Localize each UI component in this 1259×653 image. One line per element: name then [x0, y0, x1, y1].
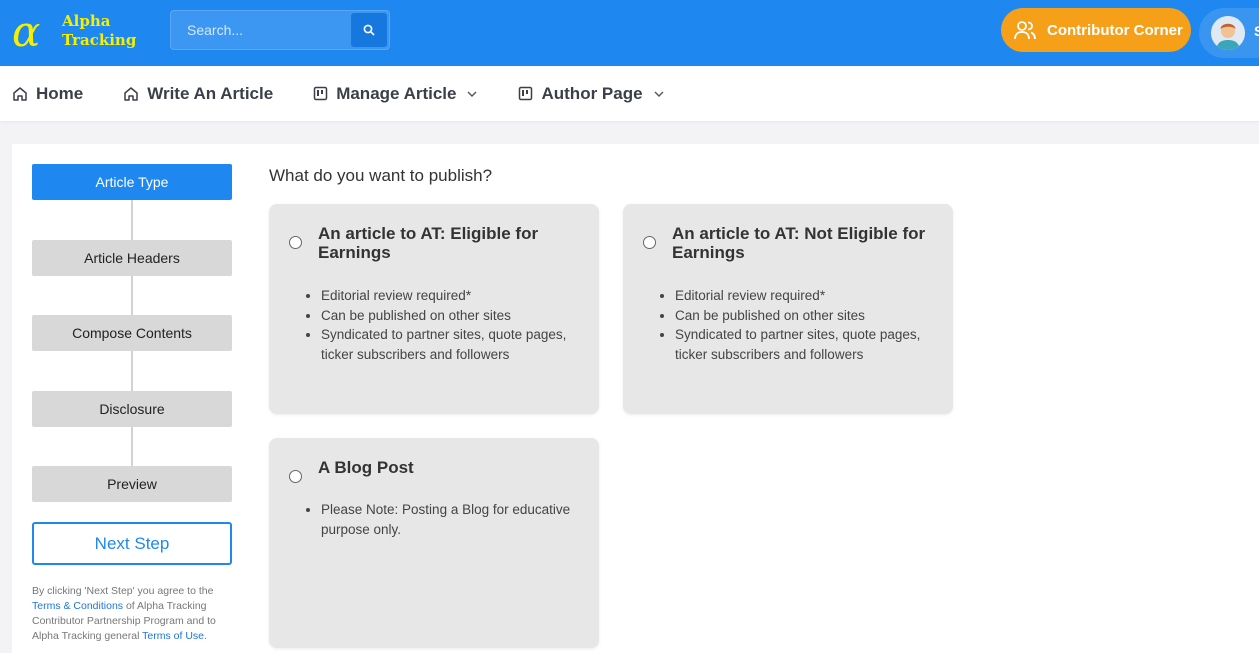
nav-manage-article[interactable]: Manage Article	[313, 84, 478, 104]
step-disclosure[interactable]: Disclosure	[32, 391, 232, 427]
contributor-corner-button[interactable]: Contributor Corner	[1001, 8, 1191, 52]
option-title: An article to AT: Not Eligible for Earni…	[672, 224, 926, 262]
option-title: An article to AT: Eligible for Earnings	[318, 224, 539, 262]
nav-author-page-label: Author Page	[541, 83, 643, 103]
option-bullets: Editorial review required* Can be publis…	[321, 286, 581, 364]
search-box	[170, 10, 390, 50]
option-radio[interactable]	[643, 236, 656, 249]
nav-write-article-label: Write An Article	[147, 83, 274, 103]
next-step-button[interactable]: Next Step	[32, 522, 232, 565]
avatar-image	[1211, 16, 1245, 50]
option-title: A Blog Post	[318, 458, 414, 477]
logo-line-1: Alpha	[62, 12, 111, 30]
logo-line-2: Tracking	[62, 31, 137, 49]
option-bullet: Syndicated to partner sites, quote pages…	[321, 325, 581, 364]
avatar	[1211, 16, 1245, 50]
contributor-corner-label: Contributor Corner	[1047, 21, 1183, 39]
option-bullet: Can be published on other sites	[321, 306, 581, 326]
option-bullet: Editorial review required*	[675, 286, 935, 306]
logo[interactable]: α Alpha Tracking	[12, 10, 142, 54]
nav-home[interactable]: Home	[12, 84, 83, 104]
nav-author-page[interactable]: Author Page	[518, 84, 664, 104]
nav-home-label: Home	[36, 83, 84, 103]
board-icon	[518, 86, 533, 101]
search-icon	[363, 24, 375, 36]
home-icon	[123, 86, 139, 102]
step-article-headers[interactable]: Article Headers	[32, 240, 232, 276]
search-button[interactable]	[351, 13, 387, 47]
option-bullets: Please Note: Posting a Blog for educativ…	[321, 500, 581, 539]
option-card-blog-post[interactable]: A Blog Post Please Note: Posting a Blog …	[269, 438, 599, 648]
chevron-down-icon	[653, 90, 665, 98]
users-icon	[1014, 21, 1036, 40]
option-bullet: Can be published on other sites	[675, 306, 935, 326]
logo-symbol: α	[12, 7, 41, 56]
nav-write-article[interactable]: Write An Article	[123, 84, 273, 104]
option-radio[interactable]	[289, 236, 302, 249]
option-radio[interactable]	[289, 470, 302, 483]
option-bullets: Editorial review required* Can be publis…	[675, 286, 935, 364]
publish-question: What do you want to publish?	[269, 166, 493, 185]
home-icon	[12, 86, 28, 102]
option-bullet: Editorial review required*	[321, 286, 581, 306]
main-nav: Home Write An Article Manage Article Aut…	[0, 66, 1259, 121]
option-card-not-eligible[interactable]: An article to AT: Not Eligible for Earni…	[623, 204, 953, 414]
user-menu[interactable]: S	[1199, 8, 1259, 58]
chevron-down-icon	[466, 90, 478, 98]
step-compose-contents[interactable]: Compose Contents	[32, 315, 232, 351]
step-article-type[interactable]: Article Type	[32, 164, 232, 200]
option-bullet: Please Note: Posting a Blog for educativ…	[321, 500, 581, 539]
nav-manage-article-label: Manage Article	[336, 83, 457, 103]
publish-panel: Article Type Article Headers Compose Con…	[12, 144, 1259, 653]
terms-of-use-link[interactable]: Terms of Use	[142, 630, 204, 642]
option-card-eligible[interactable]: An article to AT: Eligible for Earnings …	[269, 204, 599, 414]
option-bullet: Syndicated to partner sites, quote pages…	[675, 325, 935, 364]
terms-notice: By clicking 'Next Step' you agree to the…	[32, 585, 216, 642]
step-preview[interactable]: Preview	[32, 466, 232, 502]
user-name-initial: S	[1254, 23, 1259, 39]
search-input[interactable]	[171, 11, 351, 49]
top-header: α Alpha Tracking Contributor Corner	[0, 0, 1259, 66]
board-icon	[313, 86, 328, 101]
terms-conditions-link[interactable]: Terms & Conditions	[32, 600, 123, 612]
